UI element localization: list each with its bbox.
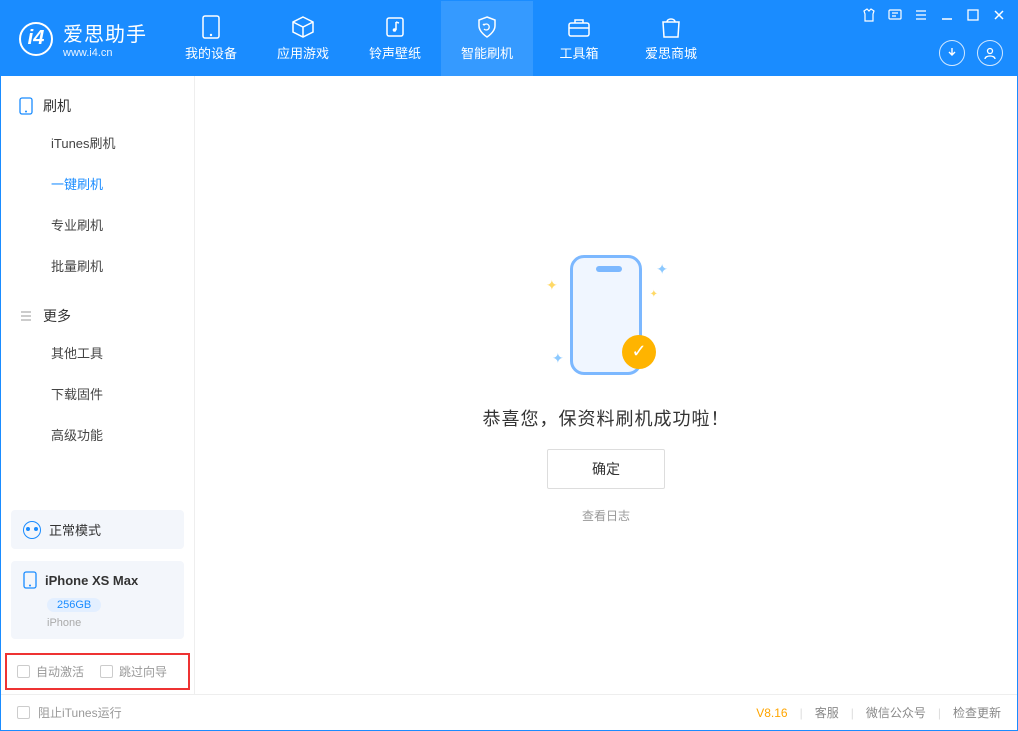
mode-icon — [23, 521, 41, 539]
view-log-link[interactable]: 查看日志 — [582, 507, 630, 524]
device-icon — [23, 571, 37, 589]
sidebar-item-download-firmware[interactable]: 下载固件 — [1, 373, 194, 414]
close-icon[interactable] — [991, 7, 1007, 23]
sparkle-icon: ✦ — [546, 277, 558, 294]
sidebar-item-itunes-flash[interactable]: iTunes刷机 — [1, 122, 194, 163]
footer-link-wechat[interactable]: 微信公众号 — [866, 704, 926, 721]
nav-tab-ringtones[interactable]: 铃声壁纸 — [349, 1, 441, 76]
bag-icon — [659, 15, 683, 39]
header-user-area — [939, 40, 1003, 66]
success-illustration: ✦ ✦ ✦ ✦ ✓ — [536, 247, 676, 387]
shirt-icon[interactable] — [861, 7, 877, 23]
main-content: ✦ ✦ ✦ ✦ ✓ 恭喜您，保资料刷机成功啦！ 确定 查看日志 — [195, 76, 1017, 694]
checkbox-icon — [17, 665, 30, 678]
device-icon — [19, 97, 33, 115]
maximize-icon[interactable] — [965, 7, 981, 23]
sparkle-icon: ✦ — [650, 289, 658, 300]
checkbox-icon — [100, 665, 113, 678]
cube-icon — [291, 15, 315, 39]
app-name-en: www.i4.cn — [63, 47, 147, 59]
nav-tab-toolbox[interactable]: 工具箱 — [533, 1, 625, 76]
app-header: i4 爱思助手 www.i4.cn 我的设备 应用游戏 铃声壁纸 智能刷机 工具… — [1, 1, 1017, 76]
check-badge-icon: ✓ — [622, 335, 656, 369]
logo[interactable]: i4 爱思助手 www.i4.cn — [1, 1, 165, 76]
nav-label: 应用游戏 — [277, 43, 329, 62]
window-controls — [861, 7, 1007, 23]
nav-tab-flash[interactable]: 智能刷机 — [441, 1, 533, 76]
sidebar-section-flash: 刷机 — [1, 90, 194, 122]
toolbox-icon — [567, 15, 591, 39]
download-icon[interactable] — [939, 40, 965, 66]
device-type: iPhone — [47, 617, 172, 629]
phone-icon — [199, 15, 223, 39]
user-icon[interactable] — [977, 40, 1003, 66]
nav-tab-apps[interactable]: 应用游戏 — [257, 1, 349, 76]
nav-label: 铃声壁纸 — [369, 43, 421, 62]
mode-label: 正常模式 — [49, 520, 101, 539]
app-name-cn: 爱思助手 — [63, 18, 147, 47]
nav-tabs: 我的设备 应用游戏 铃声壁纸 智能刷机 工具箱 爱思商城 — [165, 1, 717, 76]
sidebar-item-pro-flash[interactable]: 专业刷机 — [1, 204, 194, 245]
list-icon — [19, 309, 33, 323]
device-capacity: 256GB — [47, 598, 101, 612]
checkbox-label: 自动激活 — [36, 663, 84, 680]
minimize-icon[interactable] — [939, 7, 955, 23]
menu-icon[interactable] — [913, 7, 929, 23]
nav-label: 我的设备 — [185, 43, 237, 62]
nav-tab-store[interactable]: 爱思商城 — [625, 1, 717, 76]
nav-label: 爱思商城 — [645, 43, 697, 62]
sidebar-item-onekey-flash[interactable]: 一键刷机 — [1, 163, 194, 204]
sidebar-section-more: 更多 — [1, 300, 194, 332]
sidebar-item-other-tools[interactable]: 其他工具 — [1, 332, 194, 373]
footer-link-support[interactable]: 客服 — [815, 704, 839, 721]
checkbox-auto-activate[interactable]: 自动激活 — [17, 663, 84, 680]
sidebar-item-advanced[interactable]: 高级功能 — [1, 414, 194, 455]
block-itunes-label[interactable]: 阻止iTunes运行 — [38, 704, 122, 721]
success-message: 恭喜您，保资料刷机成功啦！ — [483, 405, 730, 431]
music-note-icon — [383, 15, 407, 39]
ok-button[interactable]: 确定 — [547, 449, 665, 489]
footer-link-update[interactable]: 检查更新 — [953, 704, 1001, 721]
device-name: iPhone XS Max — [45, 573, 138, 588]
sparkle-icon: ✦ — [656, 261, 668, 278]
shield-refresh-icon — [475, 15, 499, 39]
section-title: 更多 — [43, 306, 71, 326]
nav-label: 智能刷机 — [461, 43, 513, 62]
feedback-icon[interactable] — [887, 7, 903, 23]
nav-tab-device[interactable]: 我的设备 — [165, 1, 257, 76]
status-bar: 阻止iTunes运行 V8.16 | 客服 | 微信公众号 | 检查更新 — [1, 694, 1017, 730]
checkbox-label: 跳过向导 — [119, 663, 167, 680]
options-highlight: 自动激活 跳过向导 — [5, 653, 190, 690]
section-title: 刷机 — [43, 96, 71, 116]
logo-icon: i4 — [19, 22, 53, 56]
sidebar-item-batch-flash[interactable]: 批量刷机 — [1, 245, 194, 286]
checkbox-icon[interactable] — [17, 706, 30, 719]
checkbox-skip-guide[interactable]: 跳过向导 — [100, 663, 167, 680]
mode-card[interactable]: 正常模式 — [11, 510, 184, 549]
device-card[interactable]: iPhone XS Max 256GB iPhone — [11, 561, 184, 639]
sidebar: 刷机 iTunes刷机 一键刷机 专业刷机 批量刷机 更多 其他工具 下载固件 … — [1, 76, 195, 694]
nav-label: 工具箱 — [559, 43, 598, 62]
sparkle-icon: ✦ — [552, 350, 564, 367]
version-label: V8.16 — [756, 706, 787, 720]
